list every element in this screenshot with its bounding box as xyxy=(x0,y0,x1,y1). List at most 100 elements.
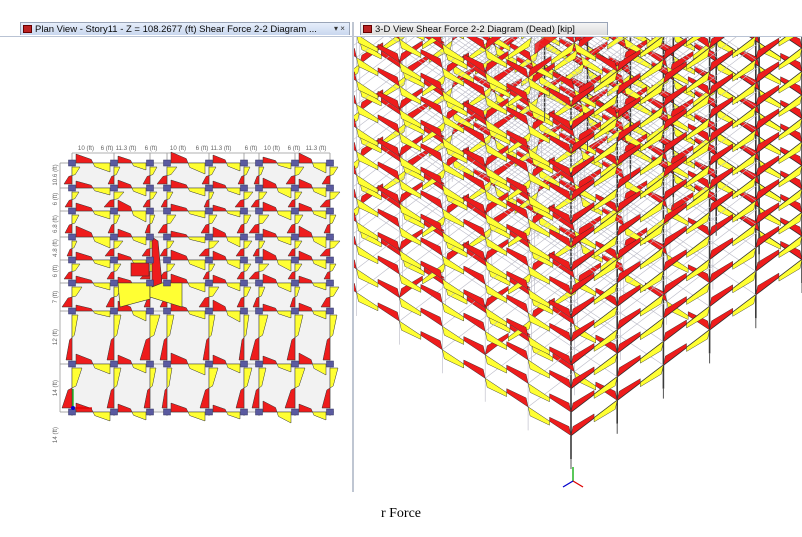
column-marker[interactable] xyxy=(163,256,171,264)
column-marker[interactable] xyxy=(110,307,118,315)
column-marker[interactable] xyxy=(163,207,171,215)
column-marker[interactable] xyxy=(110,360,118,368)
column-marker[interactable] xyxy=(163,233,171,241)
column-marker[interactable] xyxy=(110,184,118,192)
column-marker[interactable] xyxy=(110,279,118,287)
column-marker[interactable] xyxy=(240,159,248,167)
column-marker[interactable] xyxy=(146,184,154,192)
column-marker[interactable] xyxy=(240,408,248,416)
column-marker[interactable] xyxy=(68,360,76,368)
column-marker[interactable] xyxy=(255,360,263,368)
3d-view-diagram[interactable] xyxy=(313,0,802,492)
column-marker[interactable] xyxy=(326,184,334,192)
column-marker[interactable] xyxy=(205,360,213,368)
plan-view-diagram[interactable]: 10 (ft) 6 (ft) 11.3 (ft) 6 (ft) 10 (ft) 6 (ft… xyxy=(0,37,352,492)
column-marker[interactable] xyxy=(240,207,248,215)
column-marker[interactable] xyxy=(146,256,154,264)
column-marker[interactable] xyxy=(291,184,299,192)
column-marker[interactable] xyxy=(146,360,154,368)
column-marker[interactable] xyxy=(240,233,248,241)
column-marker[interactable] xyxy=(255,159,263,167)
shear-diagram-negative xyxy=(212,154,227,164)
column-marker[interactable] xyxy=(291,279,299,287)
shear-diagram-negative xyxy=(170,151,189,164)
shear-diagram-positive xyxy=(356,292,379,312)
column-marker[interactable] xyxy=(110,159,118,167)
column-marker[interactable] xyxy=(110,408,118,416)
shear-diagram-positive xyxy=(732,270,757,294)
column-marker[interactable] xyxy=(326,408,334,416)
column-marker[interactable] xyxy=(240,360,248,368)
shear-diagram-negative xyxy=(463,359,486,379)
column-marker[interactable] xyxy=(146,159,154,167)
column-marker[interactable] xyxy=(68,207,76,215)
column-marker[interactable] xyxy=(291,307,299,315)
view-tabstrip: Plan View - Story11 - Z = 108.2677 (ft) … xyxy=(0,22,802,36)
column-marker[interactable] xyxy=(205,256,213,264)
column-marker[interactable] xyxy=(163,184,171,192)
tab-controls[interactable]: ▾ × xyxy=(334,24,345,33)
column-marker[interactable] xyxy=(110,256,118,264)
column-marker[interactable] xyxy=(326,307,334,315)
column-marker[interactable] xyxy=(255,233,263,241)
column-marker[interactable] xyxy=(68,307,76,315)
column-marker[interactable] xyxy=(205,159,213,167)
column-marker[interactable] xyxy=(240,279,248,287)
3d-view-pane[interactable] xyxy=(313,0,802,492)
column-marker[interactable] xyxy=(291,360,299,368)
column-marker[interactable] xyxy=(255,307,263,315)
tab-plan-view[interactable]: Plan View - Story11 - Z = 108.2677 (ft) … xyxy=(20,22,350,35)
column-marker[interactable] xyxy=(326,207,334,215)
column-marker[interactable] xyxy=(110,207,118,215)
column-marker[interactable] xyxy=(291,159,299,167)
column-marker[interactable] xyxy=(146,307,154,315)
column-marker[interactable] xyxy=(255,256,263,264)
column-marker[interactable] xyxy=(68,279,76,287)
column-marker[interactable] xyxy=(205,233,213,241)
column-marker[interactable] xyxy=(146,408,154,416)
column-marker[interactable] xyxy=(163,360,171,368)
column-marker[interactable] xyxy=(255,279,263,287)
column-marker[interactable] xyxy=(240,307,248,315)
column-marker[interactable] xyxy=(146,207,154,215)
column-marker[interactable] xyxy=(255,184,263,192)
column-marker[interactable] xyxy=(68,256,76,264)
column-marker[interactable] xyxy=(68,233,76,241)
shear-diagram-negative xyxy=(334,226,357,246)
column-marker[interactable] xyxy=(68,159,76,167)
column-marker[interactable] xyxy=(291,233,299,241)
column-marker[interactable] xyxy=(205,184,213,192)
column-marker[interactable] xyxy=(326,279,334,287)
tab-3d-view[interactable]: 3-D View Shear Force 2-2 Diagram (Dead) … xyxy=(360,22,608,35)
column-marker[interactable] xyxy=(205,307,213,315)
column-marker[interactable] xyxy=(291,408,299,416)
column-marker[interactable] xyxy=(163,307,171,315)
column-marker[interactable] xyxy=(291,207,299,215)
column-marker[interactable] xyxy=(240,256,248,264)
column-marker[interactable] xyxy=(291,256,299,264)
column-marker[interactable] xyxy=(326,256,334,264)
frame-model xyxy=(313,0,802,469)
dimension-label-left: 6.8 (ft) xyxy=(52,215,59,233)
column-marker[interactable] xyxy=(68,408,76,416)
column-marker[interactable] xyxy=(255,408,263,416)
shear-diagram-negative xyxy=(334,250,357,270)
plan-view-pane[interactable]: 10 (ft) 6 (ft) 11.3 (ft) 6 (ft) 10 (ft) 6 (ft… xyxy=(0,37,352,492)
column-marker[interactable] xyxy=(110,233,118,241)
column-marker[interactable] xyxy=(205,279,213,287)
column-marker[interactable] xyxy=(146,279,154,287)
column-marker[interactable] xyxy=(68,184,76,192)
column-marker[interactable] xyxy=(146,233,154,241)
column-marker[interactable] xyxy=(163,279,171,287)
column-marker[interactable] xyxy=(205,207,213,215)
column-marker[interactable] xyxy=(163,159,171,167)
shear-diagram-negative xyxy=(63,271,73,280)
column-marker[interactable] xyxy=(326,233,334,241)
column-marker[interactable] xyxy=(326,159,334,167)
column-marker[interactable] xyxy=(205,408,213,416)
column-marker[interactable] xyxy=(255,207,263,215)
column-marker[interactable] xyxy=(163,408,171,416)
column-marker[interactable] xyxy=(240,184,248,192)
column-marker[interactable] xyxy=(326,360,334,368)
dimension-label-left: 14 (ft) xyxy=(52,380,59,396)
